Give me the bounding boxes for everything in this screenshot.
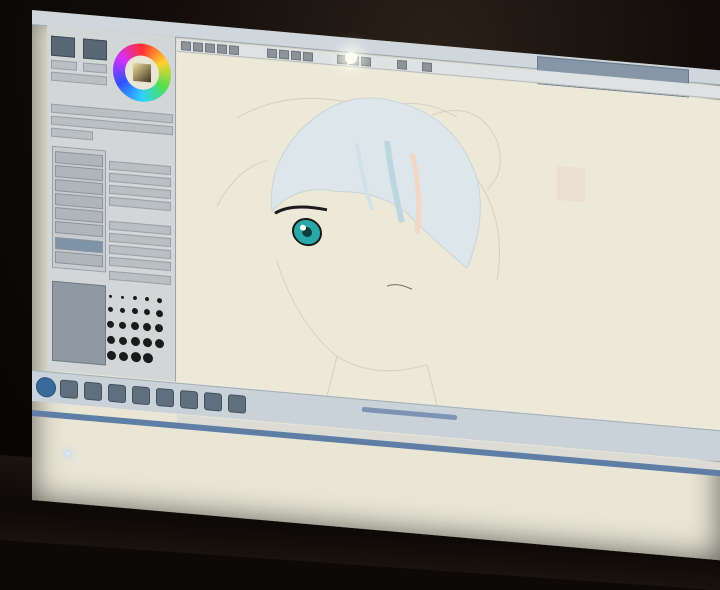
brush-size-dot[interactable]	[108, 306, 113, 313]
browser-icon[interactable]	[60, 379, 78, 400]
toolbar-button-4[interactable]	[217, 44, 227, 55]
brush-size-dot[interactable]	[143, 337, 152, 348]
brush-size-dot[interactable]	[157, 297, 162, 304]
brush-size-dot[interactable]	[155, 323, 163, 333]
color-option-row[interactable]	[83, 62, 107, 74]
tool-panel	[47, 25, 176, 382]
brush-size-dot[interactable]	[132, 307, 138, 315]
explorer-icon[interactable]	[228, 394, 246, 414]
toolbar-button-2[interactable]	[193, 42, 203, 52]
brush-size-dot[interactable]	[133, 295, 137, 301]
brush-size-dot[interactable]	[143, 322, 151, 332]
light-glare	[345, 52, 357, 64]
toolbar-button-7[interactable]	[279, 49, 289, 60]
brush-option-row[interactable]	[109, 256, 171, 272]
brush-size-dot[interactable]	[156, 309, 163, 318]
brush-size-dot[interactable]	[119, 336, 127, 346]
brush-size-dot[interactable]	[131, 321, 139, 331]
color-option-row[interactable]	[51, 71, 107, 86]
layer-list	[52, 145, 106, 273]
app-icon[interactable]	[132, 385, 150, 406]
toolbar-button-6[interactable]	[267, 48, 277, 59]
layer-item[interactable]	[55, 251, 103, 268]
brush-size-dot[interactable]	[107, 335, 115, 345]
saturation-value-square[interactable]	[133, 62, 151, 83]
toolbar-button-13[interactable]	[397, 59, 407, 70]
color-option-row[interactable]	[51, 59, 77, 71]
laptop-screen	[32, 10, 720, 561]
toolbar-button-5[interactable]	[229, 45, 239, 56]
brush-size-dot[interactable]	[131, 336, 140, 347]
folder-icon[interactable]	[84, 381, 102, 402]
brush-size-dot[interactable]	[107, 320, 114, 329]
brush-size-dot[interactable]	[131, 351, 141, 363]
brush-size-grid	[107, 293, 169, 376]
anime-sketch-illustration	[216, 97, 585, 406]
brush-size-dot[interactable]	[120, 307, 125, 314]
toolbar-button-14[interactable]	[422, 62, 432, 72]
toolbar-button-1[interactable]	[181, 41, 191, 51]
app-icon[interactable]	[156, 387, 174, 408]
option-row[interactable]	[51, 127, 93, 141]
brush-size-dot[interactable]	[121, 295, 124, 300]
layer-item[interactable]	[55, 221, 103, 238]
brush-size-dot[interactable]	[145, 296, 149, 302]
power-led	[66, 452, 70, 455]
navigator-preview[interactable]	[52, 280, 106, 366]
brush-size-dot[interactable]	[155, 338, 164, 349]
tool-option-row[interactable]	[109, 196, 171, 212]
brush-size-dot[interactable]	[144, 308, 150, 316]
color-wheel-center	[125, 54, 159, 92]
color-wheel-icon[interactable]	[113, 41, 171, 105]
paint-app-icon[interactable]	[204, 392, 222, 412]
toolbar-button-3[interactable]	[205, 43, 215, 54]
brush-size-dot[interactable]	[109, 294, 112, 298]
brush-size-dot[interactable]	[119, 351, 128, 362]
toolbar-button-8[interactable]	[291, 50, 301, 61]
brush-size-dot[interactable]	[119, 321, 126, 330]
brush-option-row[interactable]	[109, 270, 171, 286]
main-color-swatch[interactable]	[51, 35, 75, 58]
start-orb-icon[interactable]	[36, 376, 56, 399]
app-icon[interactable]	[180, 389, 198, 410]
sub-color-swatch[interactable]	[83, 38, 107, 61]
toolbar-button-12[interactable]	[361, 56, 371, 67]
brush-size-dot[interactable]	[107, 350, 116, 361]
drawing-canvas[interactable]	[177, 52, 720, 431]
media-icon[interactable]	[108, 383, 126, 404]
brush-size-dot[interactable]	[143, 352, 153, 364]
toolbar-button-9[interactable]	[303, 51, 313, 62]
